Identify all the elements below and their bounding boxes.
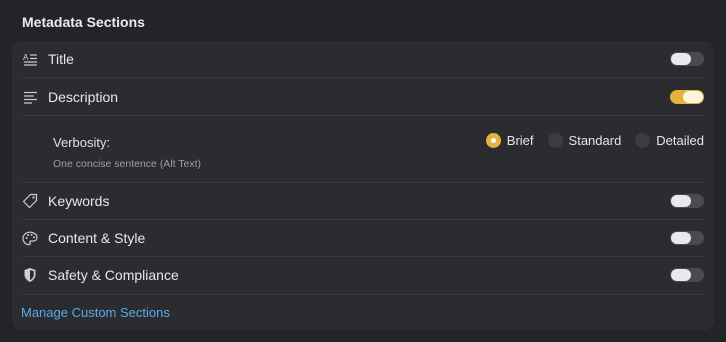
radio-dot: [635, 133, 651, 148]
shield-icon: [22, 267, 38, 283]
section-row-title: A Title: [22, 49, 714, 69]
section-label-title: Title: [48, 51, 74, 67]
toggle-knob: [683, 91, 703, 103]
verbosity-option-brief[interactable]: Brief: [485, 133, 534, 148]
verbosity-radio-group: Brief Standard Detailed: [472, 133, 704, 148]
section-label-keywords: Keywords: [48, 193, 110, 209]
toggle-knob: [671, 53, 691, 65]
divider: [22, 294, 704, 295]
title-text-icon: A: [22, 51, 38, 67]
verbosity-label: Verbosity:: [53, 135, 111, 150]
divider: [22, 77, 704, 78]
manage-custom-sections-link[interactable]: Manage Custom Sections: [21, 305, 170, 320]
section-header: Metadata Sections: [22, 14, 145, 30]
divider: [22, 256, 704, 257]
verbosity-option-label: Brief: [506, 133, 534, 148]
toggle-knob: [671, 232, 691, 244]
verbosity-option-label: Detailed: [656, 133, 704, 148]
divider: [22, 115, 704, 116]
content-style-toggle[interactable]: [670, 231, 704, 245]
section-row-description: Description: [22, 87, 714, 107]
radio-dot-selected: [485, 133, 501, 148]
verbosity-option-detailed[interactable]: Detailed: [635, 133, 704, 148]
divider: [22, 219, 704, 220]
paragraph-lines-icon: [22, 89, 38, 105]
verbosity-hint: One concise sentence (Alt Text): [53, 158, 202, 170]
section-label-content-style: Content & Style: [48, 230, 146, 246]
radio-dot: [547, 133, 563, 148]
toggle-knob: [671, 195, 691, 207]
description-toggle[interactable]: [670, 90, 704, 104]
safety-compliance-toggle[interactable]: [670, 268, 704, 282]
section-row-content-style: Content & Style: [22, 228, 714, 248]
title-toggle[interactable]: [670, 52, 704, 66]
verbosity-option-label: Standard: [568, 133, 622, 148]
section-label-description: Description: [48, 89, 119, 105]
section-label-safety-compliance: Safety & Compliance: [48, 267, 179, 283]
section-row-keywords: Keywords: [22, 191, 714, 211]
metadata-sections-panel: A Title Description Verbosity: One conci…: [12, 41, 714, 330]
section-row-safety-compliance: Safety & Compliance: [22, 265, 714, 285]
svg-text:A: A: [23, 53, 29, 62]
keywords-toggle[interactable]: [670, 194, 704, 208]
toggle-knob: [671, 269, 691, 281]
divider: [22, 182, 704, 183]
tag-icon: [22, 193, 38, 209]
palette-icon: [22, 230, 38, 246]
verbosity-option-standard[interactable]: Standard: [547, 133, 622, 148]
